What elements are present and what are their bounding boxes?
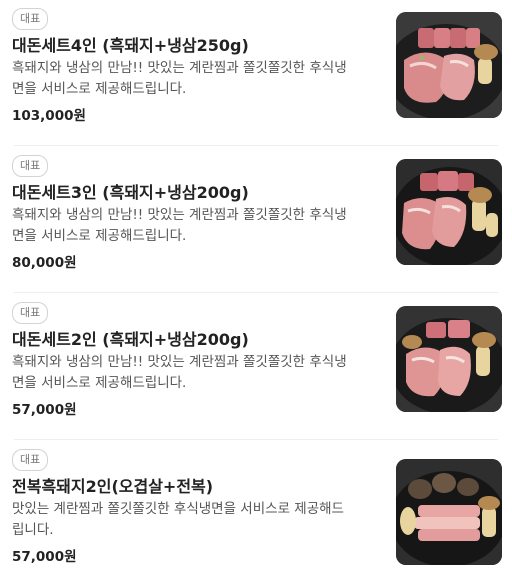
menu-item-description: 흑돼지와 냉삼의 만남!! 맛있는 계란찜과 쫄깃쫄깃한 후식냉 면을 서비스로… (12, 205, 384, 247)
menu-item-title[interactable]: 대돈세트4인 (흑돼지+냉삼250g) (12, 32, 382, 56)
menu-item-title[interactable]: 전복흑돼지2인(오겹살+전복) (12, 473, 382, 497)
menu-item-description: 흑돼지와 냉삼의 만남!! 맛있는 계란찜과 쫄깃쫄깃한 후식냉 면을 서비스로… (12, 352, 384, 394)
featured-badge: 대표 (12, 302, 49, 324)
menu-item-price: 103,000원 (12, 108, 86, 124)
pork-platter-photo-icon[interactable] (396, 306, 502, 412)
divider (14, 439, 498, 440)
pork-abalone-platter-photo-icon[interactable] (396, 459, 502, 565)
menu-item-title[interactable]: 대돈세트3인 (흑돼지+냉삼200g) (12, 179, 382, 203)
featured-badge: 대표 (12, 155, 49, 177)
description-line: 면을 서비스로 제공해드립니다. (12, 228, 187, 244)
pork-platter-photo-icon[interactable] (396, 159, 502, 265)
menu-item[interactable]: 대표 대돈세트2인 (흑돼지+냉삼200g) 흑돼지와 냉삼의 만남!! 맛있는… (0, 294, 512, 440)
menu-item-title[interactable]: 대돈세트2인 (흑돼지+냉삼200g) (12, 326, 382, 350)
description-line: 흑돼지와 냉삼의 만남!! 맛있는 계란찜과 쫄깃쫄깃한 후식냉 (12, 354, 347, 370)
menu-item-description: 흑돼지와 냉삼의 만남!! 맛있는 계란찜과 쫄깃쫄깃한 후식냉 면을 서비스로… (12, 58, 384, 100)
menu-item-price: 57,000원 (12, 549, 77, 565)
description-line: 맛있는 계란찜과 쫄깃쫄깃한 후식냉면을 서비스로 제공해드 (12, 501, 344, 517)
menu-item[interactable]: 대표 대돈세트4인 (흑돼지+냉삼250g) 흑돼지와 냉삼의 만남!! 맛있는… (0, 0, 512, 146)
featured-badge: 대표 (12, 8, 49, 30)
menu-item-price: 80,000원 (12, 255, 77, 271)
menu-item[interactable]: 대표 대돈세트3인 (흑돼지+냉삼200g) 흑돼지와 냉삼의 만남!! 맛있는… (0, 147, 512, 293)
featured-badge: 대표 (12, 449, 49, 471)
menu-item[interactable]: 대표 전복흑돼지2인(오겹살+전복) 맛있는 계란찜과 쫄깃쫄깃한 후식냉면을 … (0, 441, 512, 587)
divider (14, 145, 498, 146)
menu-item-price: 57,000원 (12, 402, 77, 418)
description-line: 립니다. (12, 522, 54, 538)
divider (14, 292, 498, 293)
menu-item-description: 맛있는 계란찜과 쫄깃쫄깃한 후식냉면을 서비스로 제공해드 립니다. (12, 499, 384, 541)
description-line: 흑돼지와 냉삼의 만남!! 맛있는 계란찜과 쫄깃쫄깃한 후식냉 (12, 207, 347, 223)
description-line: 면을 서비스로 제공해드립니다. (12, 81, 187, 97)
description-line: 면을 서비스로 제공해드립니다. (12, 375, 187, 391)
pork-platter-photo-icon[interactable] (396, 12, 502, 118)
description-line: 흑돼지와 냉삼의 만남!! 맛있는 계란찜과 쫄깃쫄깃한 후식냉 (12, 60, 347, 76)
menu-list: 대표 대돈세트4인 (흑돼지+냉삼250g) 흑돼지와 냉삼의 만남!! 맛있는… (0, 0, 512, 582)
